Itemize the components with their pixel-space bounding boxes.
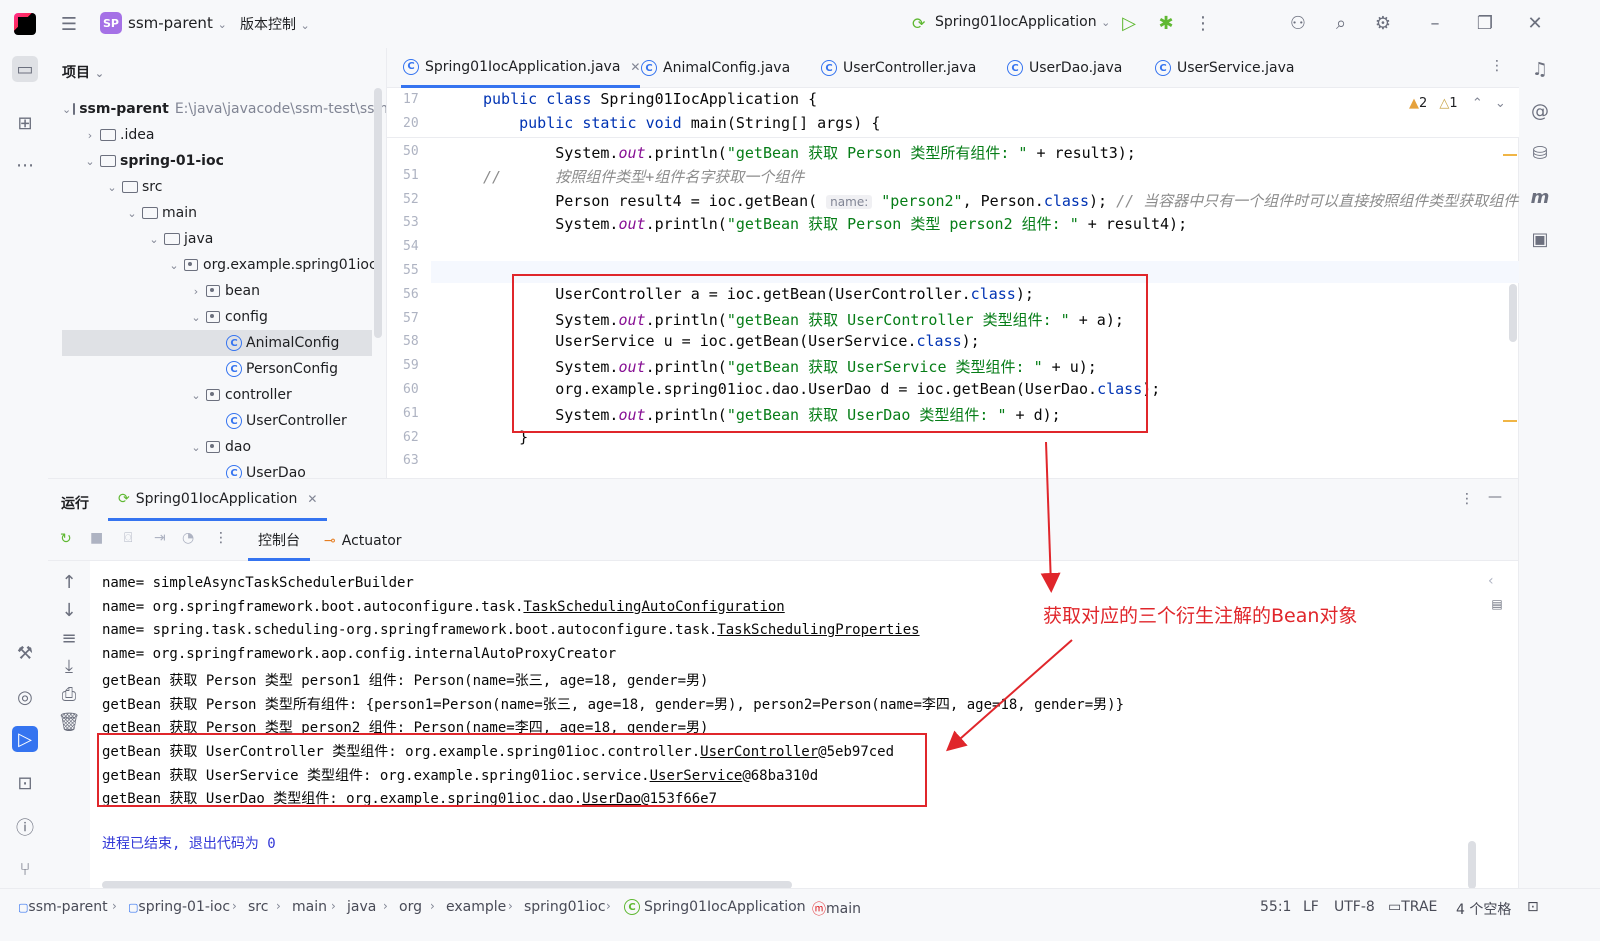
breadcrumb-label: spring01ioc xyxy=(524,899,606,915)
breadcrumb-label: main xyxy=(292,899,327,915)
breadcrumb-item[interactable]: java xyxy=(347,899,376,915)
arrow-down xyxy=(1040,441,1061,593)
lock-icon[interactable]: ⊡ xyxy=(1527,899,1539,915)
breadcrumb-item[interactable]: src xyxy=(248,899,268,915)
breadcrumb-label: main xyxy=(826,901,861,917)
breadcrumb-item[interactable]: ⓜ main xyxy=(812,899,861,919)
indent-setting[interactable]: 4 个空格 xyxy=(1456,899,1511,919)
breadcrumb-item[interactable]: example xyxy=(446,899,506,915)
trae-label: TRAE xyxy=(1401,899,1438,915)
breadcrumb-separator-icon: › xyxy=(796,899,801,913)
breadcrumb-item[interactable]: main xyxy=(292,899,327,915)
annotation-arrows xyxy=(946,441,1073,752)
line-separator[interactable]: LF xyxy=(1303,899,1319,915)
module-icon: ▢ xyxy=(128,900,139,914)
breadcrumb-item[interactable]: spring01ioc xyxy=(524,899,606,915)
breadcrumb-separator-icon: › xyxy=(276,899,281,913)
breadcrumb-separator-icon: › xyxy=(508,899,513,913)
trae-icon: ▭ xyxy=(1388,899,1402,915)
breadcrumb-separator-icon: › xyxy=(112,899,117,913)
annotation-text: 获取对应的三个衍生注解的Bean对象 xyxy=(1043,605,1358,627)
trae-plugin[interactable]: ▭TRAE xyxy=(1388,899,1437,915)
breadcrumb-item[interactable]: C Spring01IocApplication xyxy=(622,899,806,915)
breadcrumb-separator-icon: › xyxy=(331,899,336,913)
module-icon: ▢ xyxy=(18,900,29,914)
breadcrumb-separator-icon: › xyxy=(232,899,237,913)
arrow-to-output xyxy=(946,639,1073,752)
breadcrumb-separator-icon: › xyxy=(430,899,435,913)
breadcrumb-label: ssm-parent xyxy=(28,899,108,915)
breadcrumb-item[interactable]: ▢ spring-01-ioc xyxy=(128,899,230,915)
file-encoding[interactable]: UTF-8 xyxy=(1334,899,1375,915)
status-bar: ▢ ssm-parent › ▢ spring-01-ioc › src › main › ja… xyxy=(0,888,1600,941)
caret-position[interactable]: 55:1 xyxy=(1260,899,1291,915)
breadcrumb-label: spring-01-ioc xyxy=(138,899,231,915)
breadcrumb-label: src xyxy=(248,899,269,915)
breadcrumb-separator-icon: › xyxy=(383,899,388,913)
method-icon: ⓜ xyxy=(812,902,826,918)
breadcrumb-item[interactable]: org xyxy=(399,899,422,915)
breadcrumb-separator-icon: › xyxy=(606,899,611,913)
breadcrumb-label: java xyxy=(347,899,377,915)
breadcrumb-label: org xyxy=(399,899,422,915)
breadcrumb-label: Spring01IocApplication xyxy=(644,899,806,915)
breadcrumb-label: example xyxy=(446,899,507,915)
class-icon: C xyxy=(624,899,640,915)
breadcrumb-item[interactable]: ▢ ssm-parent xyxy=(18,899,108,915)
